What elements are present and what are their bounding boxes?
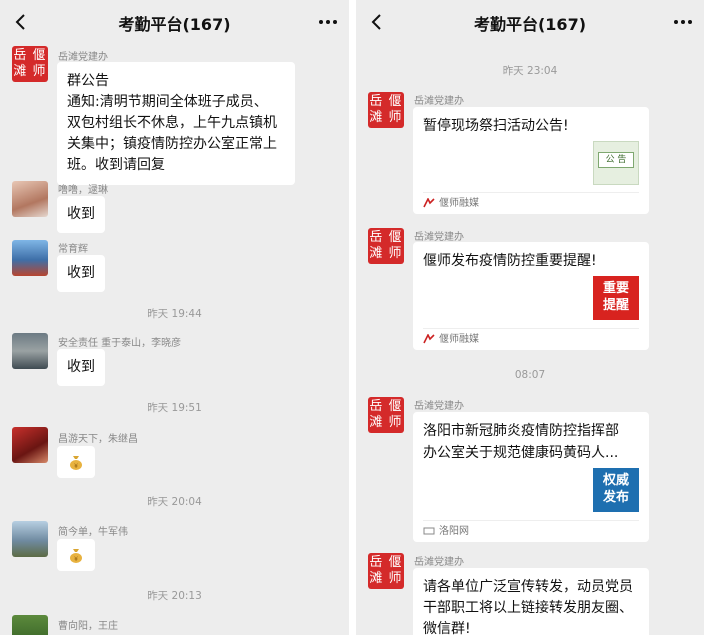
avatar[interactable] xyxy=(12,240,48,276)
money-bag-icon: ¥ xyxy=(70,549,82,563)
message-bubble[interactable]: 请各单位广泛宣传转发，动员党员 干部职工将以上链接转发朋友圈、 微信群! xyxy=(413,568,649,635)
more-icon[interactable] xyxy=(672,12,694,32)
sender-name: 曹向阳，王庄 xyxy=(58,621,118,632)
sender-name: 岳滩党建办 xyxy=(414,232,464,243)
timestamp: 昨天 20:13 xyxy=(147,590,202,602)
avatar[interactable]: 岳 偃 滩 师 xyxy=(12,46,48,82)
sticker-bubble[interactable]: ¥ xyxy=(57,539,95,571)
sender-name: 岳滩党建办 xyxy=(414,557,464,568)
left-chat-panel: 考勤平台(167) 岳 偃 滩 师 岳滩党建办 群公告 通知:清明节期间全体班子… xyxy=(0,0,349,635)
card-source: 偃师融媒 xyxy=(423,192,639,214)
announcement-heading: 群公告 xyxy=(67,73,109,89)
announcement-line: 通知:清明节期间全体班子成员、 xyxy=(67,94,268,110)
avatar[interactable] xyxy=(12,427,48,463)
chat-title: 考勤平台(167) xyxy=(473,15,587,34)
avatar[interactable]: 岳 偃 滩 师 xyxy=(368,553,404,589)
card-source: 偃师融媒 xyxy=(423,328,639,350)
avatar[interactable]: 岳 偃 滩 师 xyxy=(368,397,404,433)
sender-name: 安全责任 重于泰山，李晓彦 xyxy=(58,338,182,349)
avatar[interactable] xyxy=(12,615,48,635)
chat-header: 考勤平台(167) xyxy=(356,0,704,44)
timestamp: 昨天 19:51 xyxy=(147,402,202,414)
sender-name: 岳滩党建办 xyxy=(58,52,108,63)
timestamp: 昨天 23:04 xyxy=(502,65,558,77)
message-bubble[interactable]: 收到 xyxy=(57,255,105,292)
card-thumbnail: 权威 发布 xyxy=(593,468,639,512)
message-bubble[interactable]: 收到 xyxy=(57,349,105,386)
sender-name: 岳滩党建办 xyxy=(414,401,464,412)
sender-name: 岳滩党建办 xyxy=(414,96,464,107)
link-card[interactable]: 偃师发布疫情防控重要提醒! 重要 提醒 偃师融媒 xyxy=(413,242,649,350)
chat-title: 考勤平台(167) xyxy=(118,15,231,34)
card-source: 洛阳网 xyxy=(423,520,639,542)
sender-name: 简今单，牛军伟 xyxy=(58,527,128,538)
avatar[interactable]: 岳 偃 滩 师 xyxy=(368,228,404,264)
svg-text:¥: ¥ xyxy=(74,556,78,563)
link-card[interactable]: 洛阳市新冠肺炎疫情防控指挥部 办公室关于规范健康码黄码人... 权威 发布 洛阳… xyxy=(413,412,649,542)
money-bag-icon: ¥ xyxy=(70,456,82,470)
avatar[interactable] xyxy=(12,181,48,217)
timestamp: 昨天 19:44 xyxy=(147,308,202,320)
card-thumbnail: 重要 提醒 xyxy=(593,276,639,320)
chat-header: 考勤平台(167) xyxy=(0,0,349,44)
source-logo-icon xyxy=(423,198,435,208)
card-title: 暂停现场祭扫活动公告! xyxy=(423,118,569,134)
source-logo-icon xyxy=(423,527,435,535)
card-thumbnail: 公 告 xyxy=(593,141,639,185)
message-bubble[interactable]: 收到 xyxy=(57,196,105,233)
avatar[interactable] xyxy=(12,521,48,557)
announcement-bubble[interactable]: 群公告 通知:清明节期间全体班子成员、 双包村组长不休息，上午九点镇机 关集中；… xyxy=(57,62,295,185)
sticker-bubble[interactable]: ¥ xyxy=(57,446,95,478)
sender-name: 噜噜，逯琳 xyxy=(58,185,108,196)
avatar[interactable]: 岳 偃 滩 师 xyxy=(368,92,404,128)
card-title: 洛阳市新冠肺炎疫情防控指挥部 办公室关于规范健康码黄码人... xyxy=(423,423,619,461)
svg-text:¥: ¥ xyxy=(74,463,78,470)
sender-name: 常育辉 xyxy=(58,244,88,255)
source-logo-icon xyxy=(423,334,435,344)
link-card[interactable]: 暂停现场祭扫活动公告! 公 告 偃师融媒 xyxy=(413,107,649,214)
announcement-line: 双包村组长不休息，上午九点镇机 xyxy=(67,115,277,131)
timestamp: 昨天 20:04 xyxy=(147,496,202,508)
right-chat-panel: 考勤平台(167) 昨天 23:04 岳 偃 滩 师 岳滩党建办 暂停现场祭扫活… xyxy=(356,0,704,635)
announcement-line: 关集中；镇疫情防控办公室正常上 xyxy=(67,136,277,152)
avatar[interactable] xyxy=(12,333,48,369)
timestamp: 08:07 xyxy=(514,369,546,381)
more-icon[interactable] xyxy=(317,12,339,32)
announcement-line: 班。收到请回复 xyxy=(67,157,165,173)
card-title: 偃师发布疫情防控重要提醒! xyxy=(423,253,597,269)
sender-name: 昌游天下，朱继昌 xyxy=(58,434,138,445)
